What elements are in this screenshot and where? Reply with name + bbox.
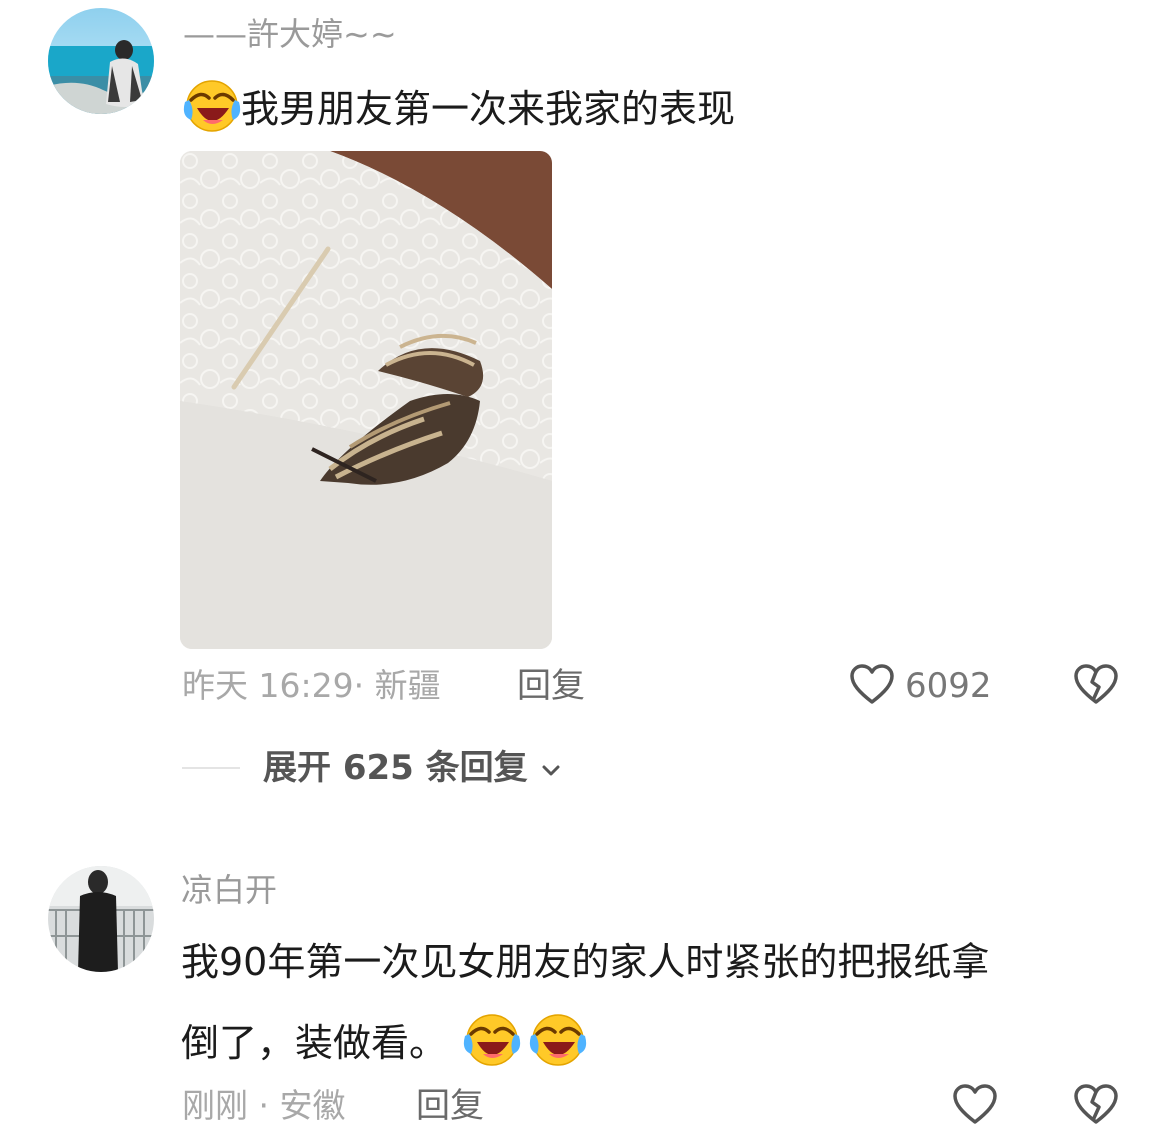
- reply-button[interactable]: 回复: [416, 1086, 484, 1126]
- comment-text-line: 倒了，装做看。: [181, 1010, 587, 1068]
- comment-text-content: 我男朋友第一次来我家的表现: [241, 87, 736, 131]
- broken-heart-icon[interactable]: [1073, 662, 1119, 708]
- broken-heart-icon[interactable]: [1073, 1082, 1119, 1128]
- chevron-down-icon: [540, 750, 562, 776]
- heart-outline-icon[interactable]: [849, 662, 895, 708]
- comment-text-content: 倒了，装做看。: [181, 1021, 448, 1065]
- avatar-image: [48, 866, 154, 972]
- divider: [182, 767, 240, 769]
- avatar[interactable]: [48, 866, 154, 972]
- laughing-crying-emoji: [183, 76, 241, 134]
- comment-username[interactable]: ——許大婷~~: [183, 14, 397, 54]
- expand-replies-button[interactable]: 展开 625 条回复: [263, 748, 562, 788]
- expand-replies-label: 展开 625 条回复: [263, 748, 528, 788]
- reply-button[interactable]: 回复: [517, 666, 585, 706]
- comment-text-line: 我90年第一次见女朋友的家人时紧张的把报纸拿: [181, 940, 990, 984]
- laughing-crying-emoji: [463, 1010, 521, 1068]
- comment-time-location: 昨天 16:29· 新疆: [182, 666, 441, 705]
- comment-username[interactable]: 凉白开: [181, 870, 277, 910]
- laughing-crying-emoji: [529, 1010, 587, 1068]
- comment-photo[interactable]: [180, 151, 552, 649]
- like-count: 6092: [905, 666, 992, 706]
- avatar[interactable]: [48, 8, 154, 114]
- comment-time-location: 刚刚 · 安徽: [182, 1086, 346, 1125]
- comment-text: 我男朋友第一次来我家的表现: [183, 76, 735, 134]
- avatar-image: [48, 8, 154, 114]
- heart-outline-icon[interactable]: [952, 1082, 998, 1128]
